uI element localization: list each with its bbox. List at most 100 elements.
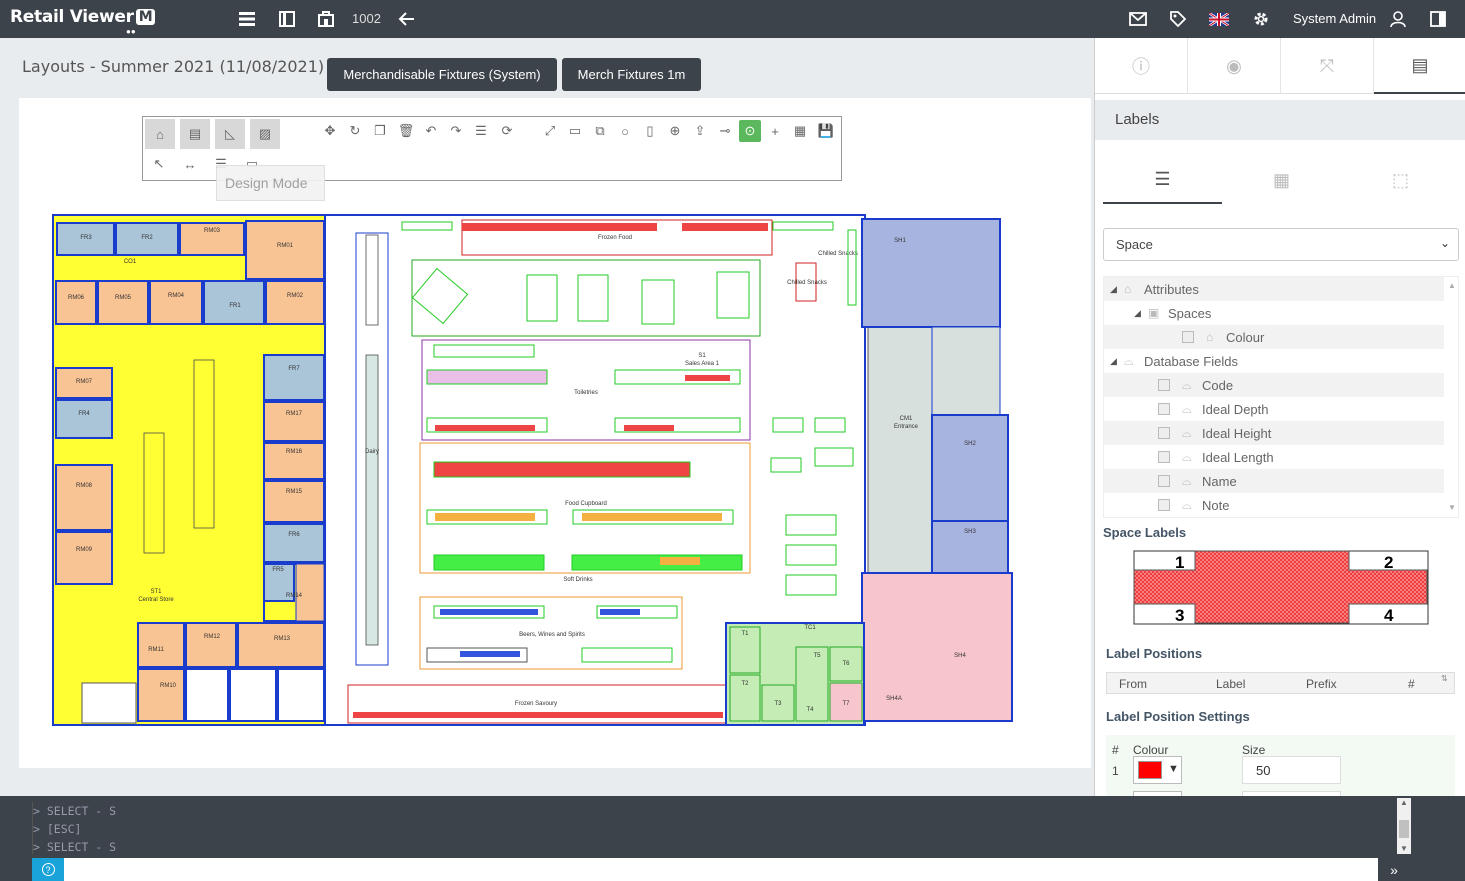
labels-tab-icon[interactable]: ▤ — [1374, 38, 1465, 94]
user-icon[interactable] — [1388, 9, 1408, 29]
checkbox[interactable] — [1158, 475, 1170, 487]
logo-badge: M — [135, 9, 156, 25]
add-icon[interactable]: + — [764, 120, 786, 142]
collapse-icon[interactable]: ◢ — [1110, 284, 1124, 295]
column-header: # — [1112, 743, 1119, 757]
console-scrollbar[interactable]: ▲ ▼ — [1397, 798, 1411, 854]
space-label-preview[interactable]: 1 2 3 4 — [1133, 550, 1429, 625]
floorplan-drawing[interactable]: FR3 FR2 RM03 RM01 CO1 RM06 RM05 RM04 FR1… — [20, 205, 1040, 750]
tree-item-ideal-height[interactable]: ⌓ Ideal Height — [1104, 421, 1444, 445]
list-icon[interactable] — [237, 9, 257, 29]
refresh-icon[interactable]: ⟳ — [496, 120, 518, 142]
grid-subtab-icon[interactable]: ▦ — [1222, 156, 1341, 204]
rotate-icon[interactable]: ↻ — [344, 120, 366, 142]
move-icon[interactable]: ✥ — [319, 120, 341, 142]
scroll-down-icon[interactable]: ▼ — [1448, 503, 1456, 512]
uk-flag-icon[interactable] — [1209, 9, 1229, 29]
merchandisable-fixtures-button[interactable]: Merchandisable Fixtures (System) — [327, 58, 557, 91]
ruler-icon[interactable]: ▯ — [639, 120, 661, 142]
tree-item-note[interactable]: ⌓ Note — [1104, 493, 1444, 517]
scroll-thumb[interactable] — [1399, 820, 1409, 838]
room-label: FR6 — [288, 532, 300, 538]
label-position-1: 1 — [1175, 553, 1184, 572]
checkbox[interactable] — [1158, 403, 1170, 415]
upload-icon[interactable]: ⇪ — [689, 120, 711, 142]
tree-item-code[interactable]: ⌓ Code — [1104, 373, 1444, 397]
hatch-icon[interactable]: ▨ — [250, 119, 280, 149]
redo-icon[interactable]: ↷ — [445, 120, 467, 142]
tree-group-spaces[interactable]: ◢ ▣ Spaces — [1104, 301, 1444, 325]
transform-tab-icon[interactable]: ⤧ — [1281, 38, 1374, 94]
list-view-icon[interactable]: ☰ — [470, 120, 492, 142]
checkbox[interactable] — [1158, 379, 1170, 391]
snap-icon[interactable]: ⊙ — [739, 120, 761, 142]
settings-gear-icon[interactable] — [1251, 9, 1271, 29]
logo-text: Retail Viewer — [10, 7, 134, 27]
shape-subtab-icon[interactable]: ⬚ — [1341, 156, 1460, 204]
save-icon[interactable]: 💾 — [815, 120, 837, 142]
tag-icon: ⌂ — [1124, 282, 1132, 296]
room-label: T5 — [813, 653, 821, 659]
merch-fixtures-1m-button[interactable]: Merch Fixtures 1m — [562, 58, 701, 91]
room-label: RM16 — [286, 449, 303, 455]
column-header: Size — [1242, 743, 1266, 757]
info-tab-icon[interactable]: ⓘ — [1095, 38, 1188, 94]
label-positions-table: From Label Prefix # ⇅ — [1106, 672, 1455, 694]
checkbox[interactable] — [1158, 499, 1170, 511]
fit-extents-icon[interactable]: ⤢ — [539, 120, 561, 142]
tree-item-ideal-depth[interactable]: ⌓ Ideal Depth — [1104, 397, 1444, 421]
collapse-icon[interactable]: ◢ — [1110, 356, 1124, 367]
tree-item-name[interactable]: ⌓ Name — [1104, 469, 1444, 493]
panel-toggle-icon[interactable] — [1428, 9, 1448, 29]
tree-item-ideal-length[interactable]: ⌓ Ideal Length — [1104, 445, 1444, 469]
tag-icon[interactable] — [1168, 9, 1188, 29]
tree-label: Database Fields — [1144, 353, 1238, 369]
list-subtab-icon[interactable]: ☰ — [1103, 156, 1222, 204]
grid-icon[interactable]: ▦ — [789, 120, 811, 142]
mail-icon[interactable] — [1128, 9, 1148, 29]
scroll-up-icon[interactable]: ▲ — [1397, 798, 1411, 807]
home-icon[interactable]: ⌂ — [145, 119, 175, 149]
copy-icon[interactable]: ❐ — [369, 120, 391, 142]
node-icon[interactable]: ⊸ — [714, 120, 736, 142]
layers-icon[interactable]: ⧉ — [589, 120, 611, 142]
colour-picker[interactable]: ▼ — [1133, 756, 1182, 784]
monitor-icon[interactable]: ▭ — [564, 120, 586, 142]
book-icon[interactable] — [277, 9, 297, 29]
tree-item-colour[interactable]: ⌂ Colour — [1104, 325, 1444, 349]
tree-group-database-fields[interactable]: ◢ ⌓ Database Fields — [1104, 349, 1444, 373]
circle-icon[interactable]: ○ — [614, 120, 636, 142]
app-logo[interactable]: Retail Viewer M — [10, 7, 156, 27]
help-button[interactable]: ? — [32, 858, 64, 881]
scroll-down-icon[interactable]: ▼ — [1397, 844, 1411, 853]
checkbox[interactable] — [1158, 451, 1170, 463]
building-icon[interactable] — [316, 9, 336, 29]
scroll-up-icon[interactable]: ▲ — [1448, 281, 1456, 290]
pointer-icon[interactable]: ↖ — [148, 153, 170, 175]
undo-icon[interactable]: ↶ — [420, 120, 442, 142]
back-arrow-icon[interactable] — [397, 9, 417, 29]
room-label: SH1 — [894, 238, 906, 244]
measure-angle-icon[interactable]: ◺ — [215, 119, 245, 149]
tree-group-attributes[interactable]: ◢ ⌂ Attributes — [1104, 277, 1444, 301]
room-label: RM15 — [286, 489, 303, 495]
room-label: T6 — [842, 661, 850, 667]
command-input[interactable] — [64, 858, 1378, 881]
delete-icon[interactable]: 🗑 — [395, 120, 417, 142]
crosshair-icon[interactable]: ⊕ — [664, 120, 686, 142]
room-label: T4 — [806, 707, 814, 713]
checkbox[interactable] — [1158, 427, 1170, 439]
checkbox[interactable] — [1182, 331, 1194, 343]
collapse-icon[interactable]: ◢ — [1134, 308, 1148, 319]
run-command-button[interactable]: » — [1378, 858, 1410, 881]
floors-icon[interactable]: ▤ — [180, 119, 210, 149]
tree-label: Ideal Height — [1202, 425, 1272, 441]
size-input[interactable]: 50 — [1242, 756, 1341, 784]
attribute-tree: ◢ ⌂ Attributes ◢ ▣ Spaces ⌂ Colour ◢ ⌓ Database… — [1103, 276, 1459, 518]
space-select[interactable]: Space ⌄ — [1103, 228, 1459, 261]
sort-icon[interactable]: ⇅ — [1441, 674, 1448, 683]
dimension-icon[interactable]: ↔ — [179, 153, 201, 175]
visibility-tab-icon[interactable]: ◉ — [1188, 38, 1281, 94]
chevron-down-icon: ⌄ — [1439, 236, 1450, 250]
user-name[interactable]: System Admin — [1293, 11, 1376, 26]
